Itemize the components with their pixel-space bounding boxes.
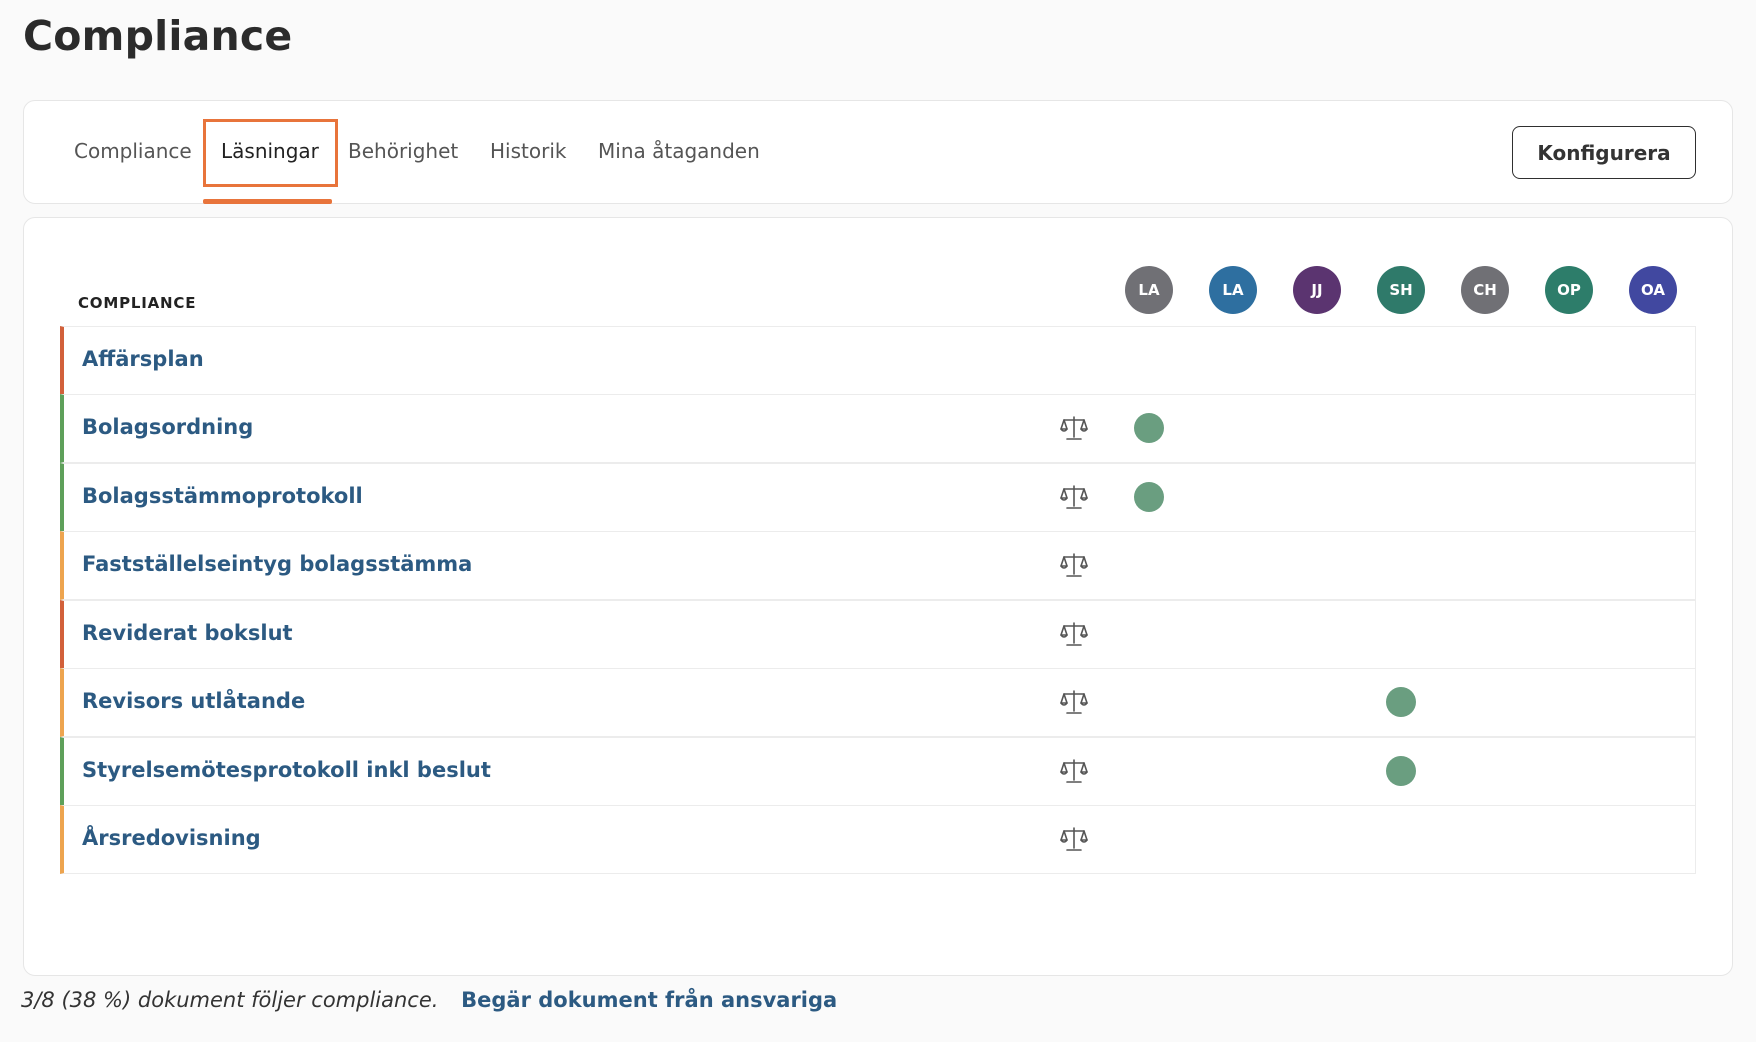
configure-button[interactable]: Konfigurera <box>1512 126 1696 179</box>
avatar-person-6[interactable]: OP <box>1545 266 1593 314</box>
read-status-dot <box>1386 687 1416 717</box>
active-tab-underline <box>203 199 332 204</box>
scale-icon[interactable] <box>1060 484 1088 510</box>
scale-icon[interactable] <box>1060 415 1088 441</box>
avatar-person-5[interactable]: CH <box>1461 266 1509 314</box>
document-name[interactable]: Fastställelseintyg bolagsstämma <box>82 552 472 576</box>
avatar-person-4[interactable]: SH <box>1377 266 1425 314</box>
scale-icon[interactable] <box>1060 552 1088 578</box>
scale-icon[interactable] <box>1060 758 1088 784</box>
tab-behorighet[interactable]: Behörighet <box>348 139 458 163</box>
document-name[interactable]: Revisors utlåtande <box>82 689 305 713</box>
read-status-dot <box>1386 756 1416 786</box>
document-row[interactable]: Reviderat bokslut <box>60 600 1696 669</box>
tab-lasningar[interactable]: Läsningar <box>221 139 319 163</box>
document-name[interactable]: Affärsplan <box>82 347 204 371</box>
scale-icon[interactable] <box>1060 689 1088 715</box>
document-name[interactable]: Årsredovisning <box>82 826 261 850</box>
document-row[interactable]: Bolagsordning <box>60 394 1696 463</box>
document-name[interactable]: Reviderat bokslut <box>82 621 293 645</box>
document-name[interactable]: Bolagsstämmoprotokoll <box>82 484 363 508</box>
column-header-compliance: COMPLIANCE <box>78 294 197 312</box>
tab-compliance[interactable]: Compliance <box>74 139 192 163</box>
compliance-footer: 3/8 (38 %) dokument följer compliance. B… <box>21 988 837 1012</box>
avatar-person-1[interactable]: LA <box>1125 266 1173 314</box>
avatar-person-2[interactable]: LA <box>1209 266 1257 314</box>
document-row[interactable]: Fastställelseintyg bolagsstämma <box>60 531 1696 600</box>
avatar-person-7[interactable]: OA <box>1629 266 1677 314</box>
compliance-table: COMPLIANCE LA LA JJ SH CH OP OA Affärspl… <box>23 217 1733 976</box>
tab-bar: Compliance Läsningar Behörighet Historik… <box>23 100 1733 204</box>
tab-mina-ataganden[interactable]: Mina åtaganden <box>598 139 760 163</box>
scale-icon[interactable] <box>1060 826 1088 852</box>
scale-icon[interactable] <box>1060 621 1088 647</box>
document-row[interactable]: Bolagsstämmoprotokoll <box>60 463 1696 532</box>
request-documents-link[interactable]: Begär dokument från ansvariga <box>461 988 837 1012</box>
read-status-dot <box>1134 413 1164 443</box>
document-row[interactable]: Styrelsemötesprotokoll inkl beslut <box>60 737 1696 806</box>
read-status-dot <box>1134 482 1164 512</box>
compliance-summary: 3/8 (38 %) dokument följer compliance. <box>21 988 439 1012</box>
tab-historik[interactable]: Historik <box>490 139 566 163</box>
avatar-person-3[interactable]: JJ <box>1293 266 1341 314</box>
document-row[interactable]: Årsredovisning <box>60 805 1696 874</box>
document-name[interactable]: Styrelsemötesprotokoll inkl beslut <box>82 758 491 782</box>
document-row[interactable]: Affärsplan <box>60 326 1696 395</box>
page-title: Compliance <box>23 12 293 60</box>
document-row[interactable]: Revisors utlåtande <box>60 668 1696 737</box>
document-name[interactable]: Bolagsordning <box>82 415 253 439</box>
